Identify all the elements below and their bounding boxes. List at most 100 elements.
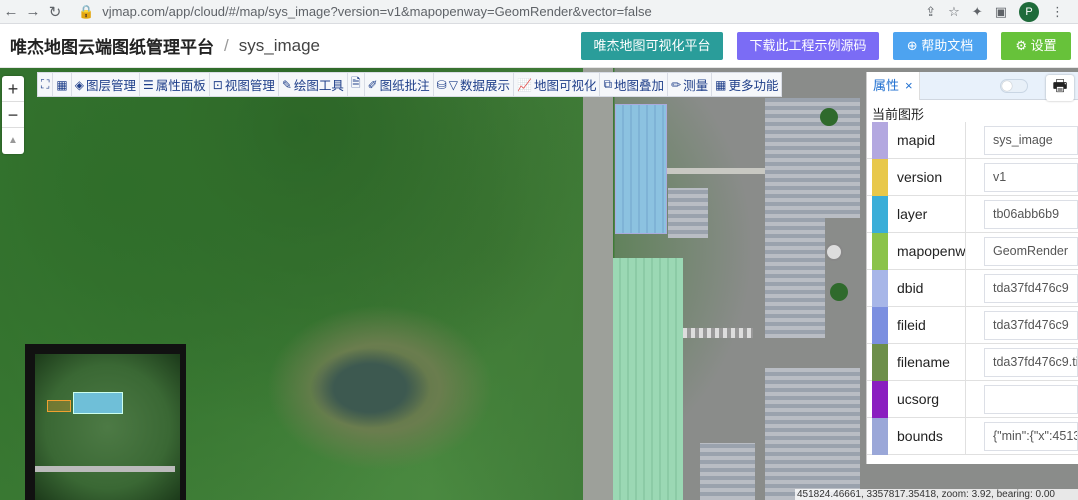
grid-icon: ▦ (715, 77, 727, 92)
lock-icon: 🔒 (78, 3, 95, 19)
tool-doc[interactable]: 🗎 (348, 73, 365, 96)
reload-icon[interactable]: ↻ (44, 1, 66, 23)
tool-label: 更多功能 (728, 79, 779, 93)
profile-avatar[interactable]: P (1019, 1, 1039, 22)
properties-panel: 属性 × 当前图形 mapid sys_image version v1 layer tb0… (866, 71, 1078, 464)
property-row: dbid tda37fd476c9 (867, 270, 1078, 307)
zoom-in-button[interactable]: + (2, 76, 24, 102)
panel-toggle[interactable] (1000, 78, 1028, 93)
menu-icon[interactable]: ⋮ (1051, 4, 1064, 20)
tool-visualize[interactable]: 📈 地图可视化 (514, 73, 601, 96)
property-key: mapid (888, 122, 966, 158)
settings-label: 设置 (1030, 38, 1057, 53)
ruler-icon: ✏ (671, 77, 682, 92)
tab-label: 属性 (873, 77, 900, 93)
qrcode-button[interactable]: ▦ (53, 73, 72, 96)
property-value-field[interactable]: v1 (984, 163, 1078, 192)
property-row: version v1 (867, 159, 1078, 196)
property-value-field[interactable]: {"min":{"x":4513 (984, 422, 1078, 451)
minimap-viewport[interactable] (47, 400, 71, 412)
color-swatch (872, 307, 888, 344)
fullscreen-button[interactable]: ⛶ (38, 73, 54, 96)
close-icon[interactable]: × (905, 78, 913, 93)
tool-label: 地图叠加 (614, 79, 665, 93)
property-key: mapopenway (888, 233, 966, 269)
color-swatch (872, 159, 888, 196)
property-value-field[interactable] (984, 385, 1078, 414)
color-swatch (872, 233, 888, 270)
property-value-field[interactable]: tda37fd476c9.ti (984, 348, 1078, 377)
building-green-roof (613, 258, 683, 500)
building-blue-roof (615, 104, 667, 234)
property-value-field[interactable]: GeomRender (984, 237, 1078, 266)
property-key: bounds (888, 418, 966, 454)
document-icon: 🗎 (350, 76, 361, 90)
layers-icon: ◈ (74, 77, 84, 92)
tool-label: 测量 (683, 79, 709, 93)
tool-annotate[interactable]: ✐ 图纸批注 (365, 73, 434, 96)
qrcode-icon: ▦ (56, 77, 68, 92)
property-row: filename tda37fd476c9.ti (867, 344, 1078, 381)
property-value-field[interactable]: tb06abb6b9 (984, 200, 1078, 229)
zoom-out-button[interactable]: − (2, 102, 24, 128)
help-docs-button[interactable]: ⊕ 帮助文档 (893, 32, 987, 60)
tool-more[interactable]: ▦ 更多功能 (712, 73, 781, 96)
help-docs-label: 帮助文档 (921, 38, 974, 53)
minimap-building (73, 392, 123, 414)
star-icon[interactable]: ☆ (948, 4, 960, 20)
address-bar[interactable]: 🔒 vjmap.com/app/cloud/#/map/sys_image?ve… (78, 4, 652, 20)
property-value-field[interactable]: sys_image (984, 126, 1078, 155)
settings-button[interactable]: ⚙ 设置 (1001, 32, 1071, 60)
minimap-image (35, 354, 180, 500)
filter-icon: ▽ (448, 77, 458, 92)
annotate-icon: ✐ (367, 77, 378, 92)
minimap-road (35, 466, 175, 472)
color-swatch (872, 344, 888, 381)
draw-icon: ✎ (281, 77, 292, 92)
compass-button[interactable]: ▲ (2, 128, 24, 154)
color-swatch (872, 196, 888, 233)
download-code-button[interactable]: 下载此工程示例源码 (737, 32, 879, 60)
property-row: fileid tda37fd476c9 (867, 307, 1078, 344)
tool-measure[interactable]: ✏ 测量 (668, 73, 713, 96)
tool-label: 属性面板 (155, 79, 206, 93)
property-value-field[interactable]: tda37fd476c9 (984, 311, 1078, 340)
property-row: mapopenway GeomRender (867, 233, 1078, 270)
color-swatch (872, 270, 888, 307)
visual-platform-button[interactable]: 唯杰地图可视化平台 (581, 32, 723, 60)
tool-label: 图纸批注 (379, 79, 430, 93)
property-key: fileid (888, 307, 966, 343)
panel-caption: 当前图形 (872, 107, 925, 122)
map-toolbar: ⛶ ▦ ◈ 图层管理 ☰ 属性面板 ⊡ 视图管理 ✎ 绘图工具 🗎 ✐ 图纸批注 ⛁ ▽ 数据… (37, 72, 783, 97)
breadcrumb-separator: / (224, 35, 229, 55)
forward-icon[interactable]: → (22, 1, 44, 23)
print-icon[interactable]: 🖶 (1046, 75, 1074, 101)
extensions-icon[interactable]: ✦ (972, 4, 983, 20)
tool-views[interactable]: ⊡ 视图管理 (210, 73, 279, 96)
color-swatch (872, 381, 888, 418)
tool-properties[interactable]: ☰ 属性面板 (140, 73, 210, 96)
share-icon[interactable]: ⇪ (925, 4, 936, 20)
property-value-field[interactable]: tda37fd476c9 (984, 274, 1078, 303)
property-key: dbid (888, 270, 966, 306)
sidepanel-icon[interactable]: ▣ (995, 4, 1007, 20)
tool-label: 视图管理 (224, 79, 275, 93)
tool-draw[interactable]: ✎ 绘图工具 (279, 73, 348, 96)
property-row: mapid sys_image (867, 122, 1078, 159)
tab-properties[interactable]: 属性 × (867, 71, 920, 100)
tool-label: 数据展示 (459, 79, 510, 93)
map-name: sys_image (238, 35, 320, 55)
color-swatch (872, 122, 888, 159)
tool-label: 地图可视化 (533, 79, 597, 93)
back-icon[interactable]: ← (0, 1, 22, 23)
property-list: mapid sys_image version v1 layer tb06abb6b9 ma… (867, 122, 1078, 455)
property-key: version (888, 159, 966, 195)
tool-data[interactable]: ⛁ ▽ 数据展示 (434, 73, 514, 96)
tool-layers[interactable]: ◈ 图层管理 (72, 73, 140, 96)
overview-minimap[interactable] (25, 344, 186, 500)
browser-toolbar: ← → ↻ 🔒 vjmap.com/app/cloud/#/map/sys_im… (0, 0, 1078, 24)
tool-overlay[interactable]: ⧉ 地图叠加 (600, 73, 669, 96)
property-row: ucsorg (867, 381, 1078, 418)
url-text: vjmap.com/app/cloud/#/map/sys_image?vers… (102, 4, 652, 19)
fullscreen-icon: ⛶ (41, 77, 50, 91)
